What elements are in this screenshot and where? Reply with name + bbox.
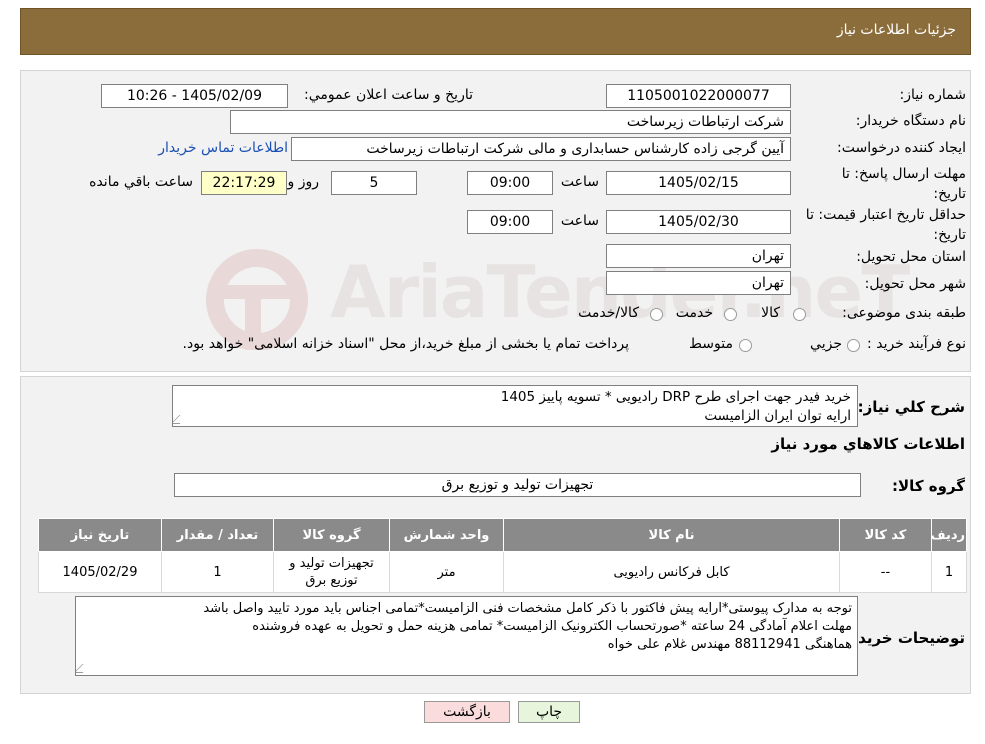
creator-field: آیین گرجی زاده کارشناس حسابداری و مالی ش… bbox=[291, 137, 791, 161]
cell-unit: متر bbox=[389, 551, 504, 593]
summary-line-2: ارایه توان ایران الزامیست bbox=[704, 408, 851, 424]
summary-label: شرح کلي نياز: bbox=[857, 398, 965, 416]
cell-quantity: 1 bbox=[161, 551, 274, 593]
deadline-time-field: 09:00 bbox=[467, 171, 553, 195]
category-option-goods-service: کالا/خدمت bbox=[578, 305, 639, 321]
process-radio-medium[interactable] bbox=[739, 339, 752, 352]
col-goods-name: نام کالا bbox=[503, 518, 840, 552]
goods-group-label: گروه کالا: bbox=[892, 477, 965, 495]
resize-handle-icon[interactable] bbox=[76, 664, 92, 673]
goods-section-title: اطلاعات کالاهاي مورد نياز bbox=[771, 435, 965, 453]
col-unit: واحد شمارش bbox=[389, 518, 504, 552]
validity-time-field: 09:00 bbox=[467, 210, 553, 234]
summary-textarea[interactable]: خرید فیدر جهت اجرای طرح DRP رادیویی * تس… bbox=[172, 385, 858, 427]
col-goods-code: کد کالا bbox=[839, 518, 932, 552]
days-label: روز و bbox=[287, 174, 320, 190]
validity-time-label: ساعت bbox=[560, 213, 599, 229]
city-field: تهران bbox=[606, 271, 791, 295]
print-button[interactable]: چاپ bbox=[518, 701, 580, 723]
announce-field: 1405/02/09 - 10:26 bbox=[101, 84, 288, 108]
col-quantity: تعداد / مقدار bbox=[161, 518, 274, 552]
page-header: جزئیات اطلاعات نیاز bbox=[20, 8, 971, 55]
watermark-logo-icon bbox=[206, 249, 308, 350]
validity-label: حداقل تاریخ اعتبار قیمت: تا تاریخ: bbox=[805, 207, 966, 243]
process-label: نوع فرآیند خرید : bbox=[867, 336, 966, 352]
cell-goods-code: -- bbox=[839, 551, 932, 593]
category-radio-service[interactable] bbox=[724, 308, 737, 321]
summary-line-1: خرید فیدر جهت اجرای طرح DRP رادیویی * تس… bbox=[500, 389, 851, 405]
category-radio-goods-service[interactable] bbox=[650, 308, 663, 321]
process-option-medium: متوسط bbox=[689, 336, 733, 352]
deadline-time-label: ساعت bbox=[560, 174, 599, 190]
notes-line-1: توجه به مدارک پیوستی*ارایه پیش فاکتور با… bbox=[203, 601, 852, 616]
announce-label: تاریخ و ساعت اعلان عمومي: bbox=[304, 87, 473, 103]
category-label: طبقه بندی موضوعی: bbox=[842, 305, 966, 321]
cell-need-date: 1405/02/29 bbox=[38, 551, 162, 593]
goods-table: رديف کد کالا نام کالا واحد شمارش گروه کا… bbox=[38, 518, 967, 593]
cell-goods-name: کابل فرکانس رادیویی bbox=[503, 551, 840, 593]
city-label: شهر محل تحویل: bbox=[864, 276, 966, 292]
validity-date-field: 1405/02/30 bbox=[606, 210, 791, 234]
notes-textarea[interactable]: توجه به مدارک پیوستی*ارایه پیش فاکتور با… bbox=[75, 596, 858, 676]
remaining-time-field: 22:17:29 bbox=[201, 171, 287, 195]
notes-line-3: هماهنگی 88112941 مهندس غلام علی خواه bbox=[607, 637, 852, 652]
province-label: استان محل تحویل: bbox=[856, 249, 966, 265]
deadline-label: مهلت ارسال پاسخ: تا تاریخ: bbox=[841, 166, 966, 202]
buyer-contact-link[interactable]: اطلاعات تماس خریدار bbox=[158, 140, 288, 156]
category-radio-goods[interactable] bbox=[793, 308, 806, 321]
col-goods-group: گروه کالا bbox=[273, 518, 390, 552]
category-option-service: خدمت bbox=[675, 305, 713, 321]
need-number-field: 1105001022000077 bbox=[606, 84, 791, 108]
notes-line-2: مهلت اعلام آمادگی 24 ساعته *صورتحساب الک… bbox=[252, 619, 852, 634]
goods-group-field: تجهیزات تولید و توزیع برق bbox=[174, 473, 861, 497]
table-row: 1 -- کابل فرکانس رادیویی متر تجهیزات تول… bbox=[38, 551, 967, 593]
process-note: پرداخت تمام یا بخشی از مبلغ خرید،از محل … bbox=[182, 336, 629, 352]
need-number-label: شماره نیاز: bbox=[899, 87, 967, 103]
remaining-label: ساعت باقي مانده bbox=[89, 174, 193, 190]
creator-label: ایجاد کننده درخواست: bbox=[837, 140, 966, 156]
buyer-org-field: شرکت ارتباطات زیرساخت bbox=[230, 110, 791, 134]
days-field: 5 bbox=[331, 171, 417, 195]
deadline-date-field: 1405/02/15 bbox=[606, 171, 791, 195]
page-title: جزئیات اطلاعات نیاز bbox=[836, 22, 956, 38]
buyer-org-label: نام دستگاه خریدار: bbox=[855, 113, 966, 129]
process-radio-partial[interactable] bbox=[847, 339, 860, 352]
goods-table-header: رديف کد کالا نام کالا واحد شمارش گروه کا… bbox=[38, 518, 967, 552]
province-field: تهران bbox=[606, 244, 791, 268]
category-option-goods: کالا bbox=[761, 305, 780, 321]
back-button[interactable]: بازگشت bbox=[424, 701, 510, 723]
col-row-number: رديف bbox=[930, 518, 967, 552]
cell-row-number: 1 bbox=[931, 551, 967, 593]
cell-goods-group: تجهیزات تولید و توزیع برق bbox=[273, 551, 390, 593]
process-option-partial: جزیي bbox=[810, 336, 842, 352]
col-need-date: تاریخ نیاز bbox=[38, 518, 162, 552]
